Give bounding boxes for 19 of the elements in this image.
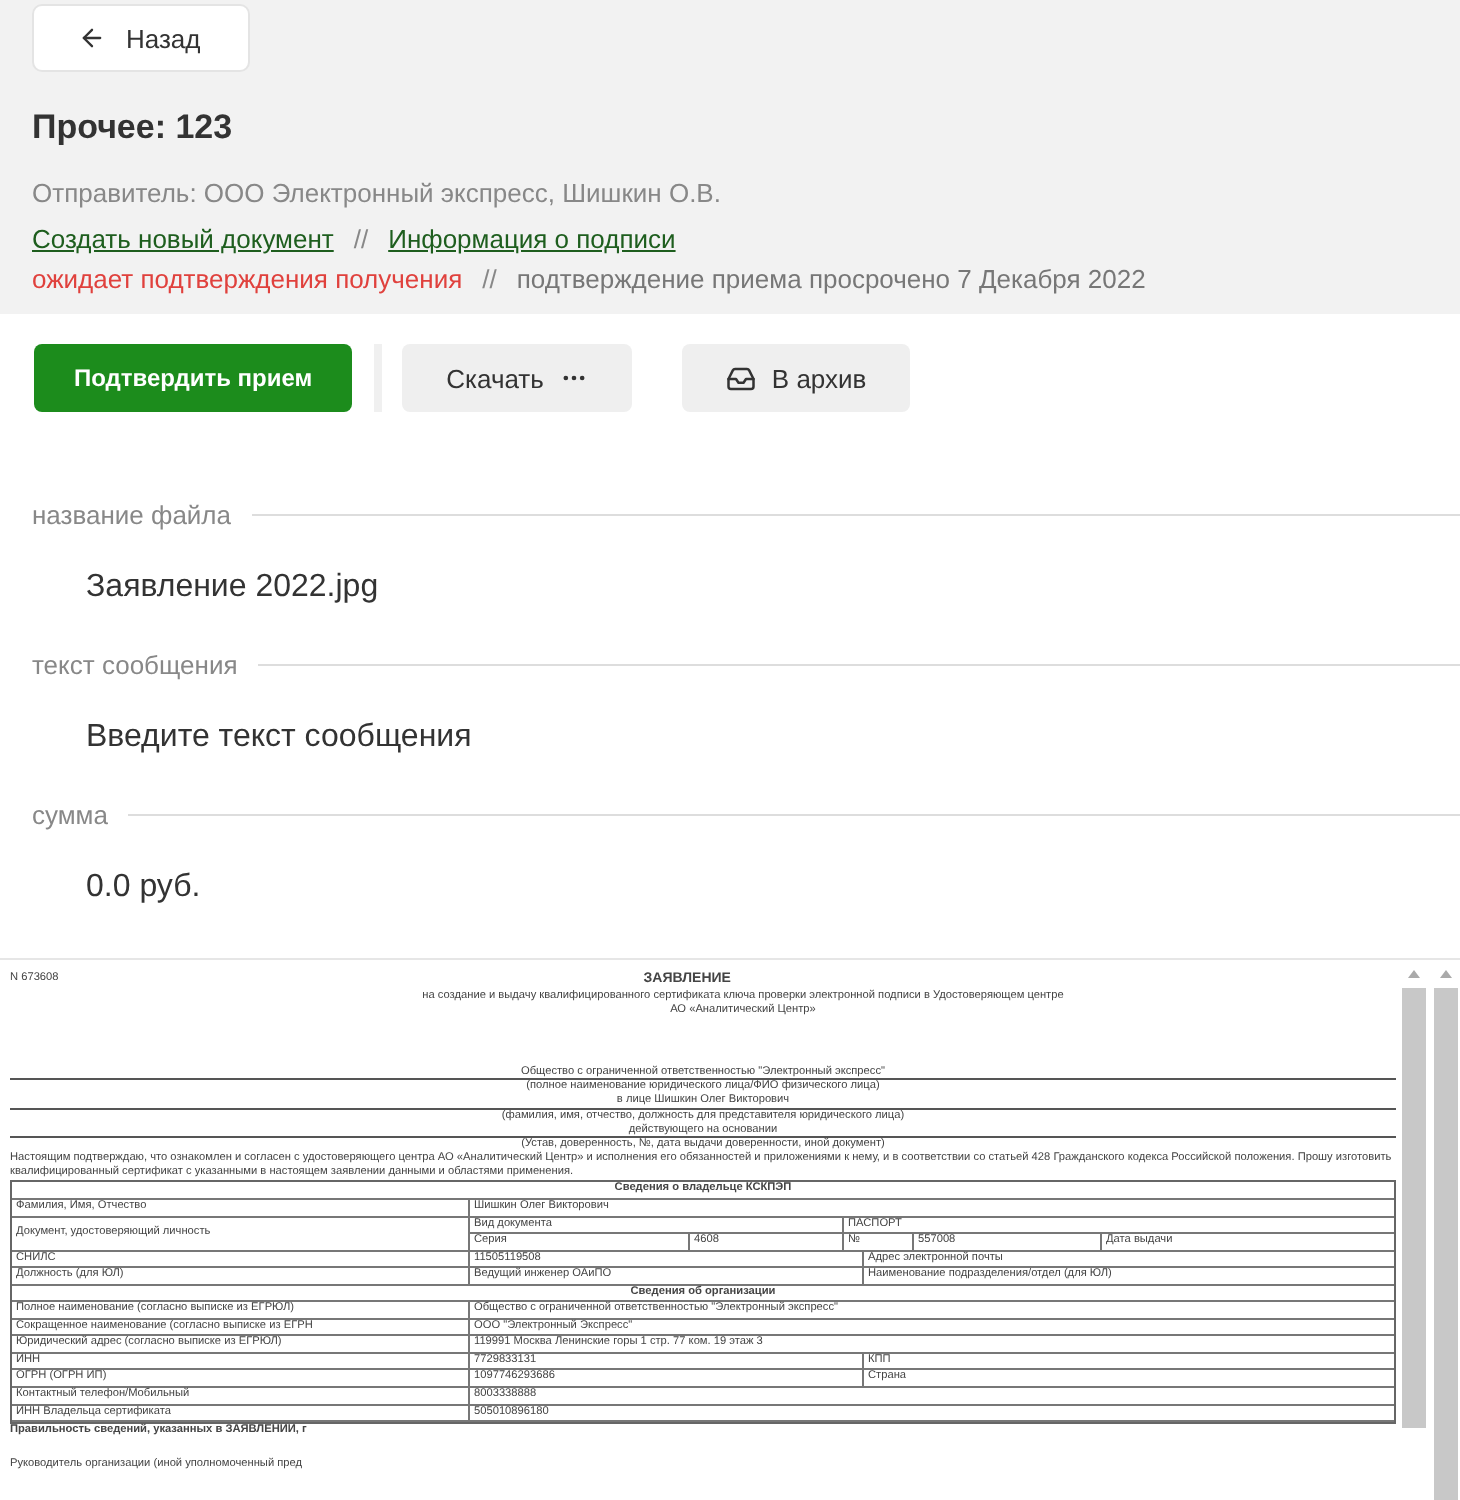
field-value: Заявление 2022.jpg	[84, 568, 381, 606]
confirm-button[interactable]: Подтвердить прием	[34, 344, 353, 412]
field-label: название файла	[32, 500, 231, 530]
field-value: Введите текст сообщения	[84, 718, 474, 756]
field-value: 0.0 руб.	[84, 868, 203, 906]
download-button[interactable]: Скачать	[402, 344, 632, 412]
deadline-text: подтверждение приема просрочено 7 Декабря 2022	[516, 264, 1146, 294]
status-text: ожидает подтверждения получения	[32, 264, 463, 294]
separator-text: //	[353, 224, 369, 254]
back-button[interactable]: Назад	[32, 4, 251, 72]
field-label: сумма	[32, 800, 108, 830]
link[interactable]: Информация о подписи	[388, 224, 676, 254]
link[interactable]: Создать новый документ	[32, 224, 334, 254]
inbox-icon	[725, 363, 756, 393]
separator-text: //	[482, 264, 497, 294]
archive-button[interactable]: В архив	[681, 344, 911, 412]
document-title: Прочее: 123	[32, 108, 233, 148]
sender-text: Отправитель: ООО Электронный экспресс, Шишкин О.В.	[32, 178, 721, 208]
field-label: текст сообщения	[32, 650, 238, 680]
